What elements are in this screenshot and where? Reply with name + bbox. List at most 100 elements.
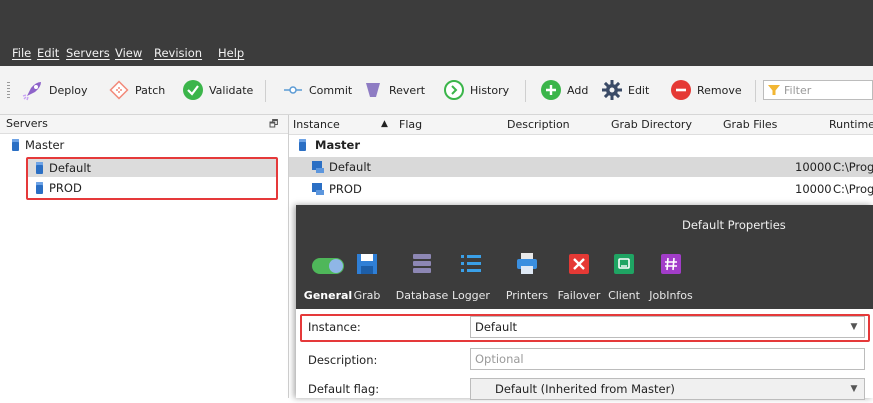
history-icon bbox=[444, 80, 464, 100]
minus-circle-icon bbox=[671, 80, 691, 100]
tab-label: Logger bbox=[452, 289, 490, 302]
revert-button[interactable]: Revert bbox=[362, 78, 425, 102]
printer-icon bbox=[517, 253, 537, 274]
deploy-label: Deploy bbox=[49, 83, 88, 97]
tab-general[interactable]: General bbox=[303, 245, 353, 309]
toolbar: Deploy Patch Validate Commit Revert Hist… bbox=[0, 66, 873, 115]
cell-instance: Default bbox=[329, 160, 372, 174]
properties-dialog: Default Properties General Grab Database… bbox=[296, 205, 873, 400]
filter-icon bbox=[768, 85, 780, 95]
tab-failover[interactable]: Failover bbox=[556, 245, 602, 309]
client-icon bbox=[614, 254, 634, 274]
tab-jobinfos[interactable]: JobInfos bbox=[648, 245, 694, 309]
column-header-description[interactable]: Description bbox=[507, 118, 570, 131]
save-icon bbox=[357, 254, 377, 274]
cell-runtime: C:\Prog bbox=[833, 160, 873, 174]
patch-button[interactable]: Patch bbox=[108, 78, 165, 102]
gear-icon bbox=[602, 80, 622, 100]
tab-printers[interactable]: Printers bbox=[504, 245, 550, 309]
table-row[interactable]: PROD 10000 C:\Prog bbox=[289, 179, 873, 199]
highlight-box-instance bbox=[300, 314, 870, 342]
table-row[interactable]: Default 10000 C:\Prog bbox=[289, 157, 873, 177]
menu-file[interactable]: File bbox=[12, 46, 31, 60]
default-flag-field-row: Default flag: Default (Inherited from Ma… bbox=[296, 375, 873, 403]
grid-group-row[interactable]: Master bbox=[289, 135, 873, 155]
remove-button[interactable]: Remove bbox=[670, 78, 742, 102]
history-button[interactable]: History bbox=[443, 78, 509, 102]
cell-instance: PROD bbox=[329, 182, 362, 196]
description-input[interactable]: Optional bbox=[470, 348, 865, 370]
funnel-revert-icon bbox=[366, 83, 380, 97]
cell-grab-files: 10000 bbox=[795, 182, 832, 196]
edit-label: Edit bbox=[628, 83, 650, 97]
commit-icon bbox=[284, 86, 302, 94]
column-header-grab-files[interactable]: Grab Files bbox=[723, 118, 777, 131]
tab-label: Client bbox=[608, 289, 640, 302]
cell-grab-files: 10000 bbox=[795, 160, 832, 174]
close-icon bbox=[569, 254, 589, 274]
tab-grab[interactable]: Grab bbox=[352, 245, 382, 309]
servers-panel-title: Servers bbox=[6, 117, 48, 130]
tab-database[interactable]: Database bbox=[396, 245, 448, 309]
tab-client[interactable]: Client bbox=[608, 245, 640, 309]
filter-input[interactable]: Filter bbox=[763, 80, 873, 100]
servers-panel: Servers 🗗 Master Default PROD bbox=[0, 115, 289, 398]
default-flag-select[interactable]: Default (Inherited from Master) ▼ bbox=[470, 378, 865, 400]
deploy-button[interactable]: Deploy bbox=[22, 78, 88, 102]
default-flag-label: Default flag: bbox=[308, 382, 380, 396]
history-label: History bbox=[470, 83, 510, 97]
column-header-instance[interactable]: Instance bbox=[293, 118, 340, 131]
title-bar bbox=[0, 0, 873, 40]
menu-edit[interactable]: Edit bbox=[37, 46, 59, 60]
validate-button[interactable]: Validate bbox=[182, 78, 253, 102]
tree-node-master[interactable]: Master bbox=[12, 136, 64, 154]
database-icon bbox=[413, 254, 431, 273]
toolbar-separator bbox=[265, 80, 266, 102]
instance-icon bbox=[311, 160, 325, 177]
tab-label: Printers bbox=[505, 289, 549, 302]
description-label: Description: bbox=[308, 353, 378, 367]
dialog-title: Default Properties bbox=[682, 218, 786, 232]
sort-ascending-icon: ▲ bbox=[381, 119, 388, 129]
hash-icon bbox=[661, 254, 681, 274]
servers-panel-header: Servers 🗗 bbox=[0, 115, 288, 134]
tab-label: General bbox=[303, 289, 353, 302]
menu-servers[interactable]: Servers bbox=[66, 46, 110, 60]
column-header-grab-directory[interactable]: Grab Directory bbox=[611, 118, 692, 131]
toggle-icon bbox=[312, 258, 344, 274]
pin-icon[interactable]: 🗗 bbox=[269, 117, 278, 134]
cell-runtime: C:\Prog bbox=[833, 182, 873, 196]
tab-logger[interactable]: Logger bbox=[452, 245, 490, 309]
column-header-runtime[interactable]: Runtime bbox=[829, 118, 873, 131]
commit-label: Commit bbox=[309, 83, 353, 97]
add-label: Add bbox=[567, 83, 589, 97]
list-icon bbox=[461, 255, 481, 272]
toolbar-grip[interactable] bbox=[7, 82, 10, 100]
grid-header: Instance ▲ Flag Description Grab Directo… bbox=[289, 115, 873, 135]
server-icon bbox=[12, 139, 19, 151]
group-label: Master bbox=[315, 138, 361, 152]
highlight-box-tree bbox=[26, 157, 278, 200]
add-button[interactable]: Add bbox=[540, 78, 588, 102]
rocket-icon bbox=[22, 82, 41, 101]
menu-bar: File Edit Servers View Revision Help bbox=[0, 40, 873, 66]
server-icon bbox=[299, 139, 306, 151]
check-circle-icon bbox=[183, 80, 203, 100]
dialog-title-bar[interactable]: Default Properties bbox=[296, 205, 873, 245]
column-header-flag[interactable]: Flag bbox=[399, 118, 422, 131]
default-flag-value: Default (Inherited from Master) bbox=[495, 382, 675, 396]
menu-view[interactable]: View bbox=[115, 46, 142, 60]
validate-label: Validate bbox=[209, 83, 254, 97]
toolbar-separator bbox=[525, 80, 526, 102]
instance-icon bbox=[311, 182, 325, 199]
toolbar-separator bbox=[755, 80, 756, 102]
menu-revision[interactable]: Revision bbox=[154, 46, 202, 60]
chevron-down-icon[interactable]: ▼ bbox=[844, 379, 864, 399]
plus-circle-icon bbox=[541, 80, 561, 100]
patch-label: Patch bbox=[135, 83, 166, 97]
menu-help[interactable]: Help bbox=[218, 46, 244, 60]
patch-icon bbox=[109, 80, 129, 100]
edit-button[interactable]: Edit bbox=[601, 78, 649, 102]
commit-button[interactable]: Commit bbox=[282, 78, 352, 102]
description-field-row: Description: Optional bbox=[296, 346, 873, 374]
